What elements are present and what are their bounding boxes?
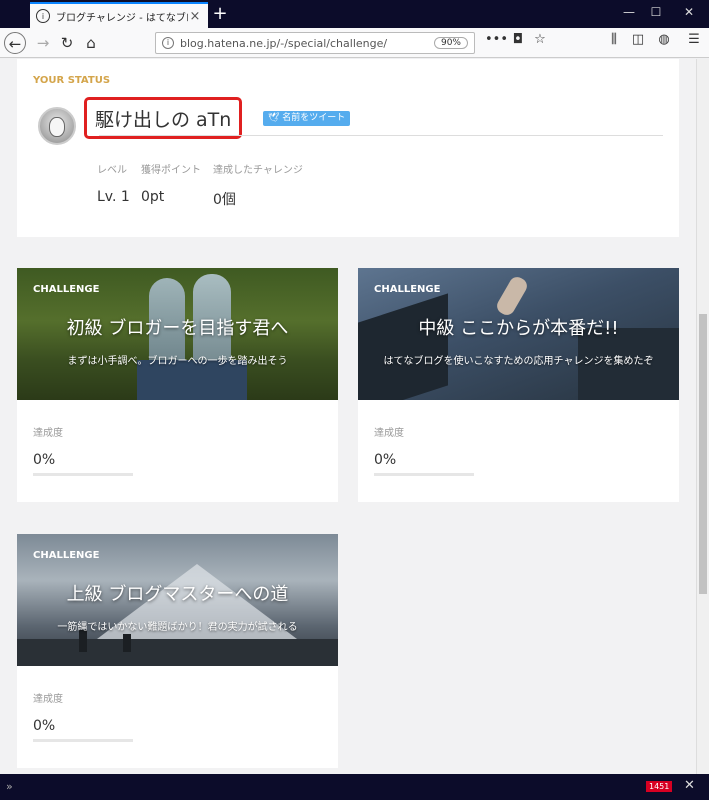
progress-value: 0% [33, 452, 56, 468]
notification-badge[interactable]: 1451 [646, 781, 673, 792]
challenge-card-intermediate[interactable]: CHALLENGE 中級 ここからが本番だ!! はてなブログを使いこなすための応… [358, 268, 679, 502]
url-bar[interactable]: i blog.hatena.ne.jp /-/special/challenge… [155, 32, 475, 54]
challenge-hero-image: CHALLENGE 中級 ここからが本番だ!! はてなブログを使いこなすための応… [358, 268, 679, 400]
jumping-person [494, 274, 530, 318]
challenge-title: 中級 ここからが本番だ!! [418, 318, 619, 339]
divider [99, 135, 663, 136]
tab-bar: i ブログチャレンジ - はてなブログ × + — ☐ ✕ [0, 0, 709, 28]
site-info-icon[interactable]: i [162, 37, 174, 49]
hiker [123, 634, 131, 652]
url-host: blog.hatena.ne.jp [180, 36, 277, 50]
challenge-title: 上級 ブログマスターへの道 [66, 584, 289, 605]
tweet-name-button[interactable]: 🕊 名前をツイート [263, 111, 351, 126]
url-path: /-/special/challenge/ [276, 36, 388, 50]
username: 駆け出しの aTn [84, 97, 243, 139]
challenge-hero-image: CHALLENGE 初級 ブロガーを目指す君へ まずは小手調べ。ブロガーへの一歩… [17, 268, 338, 400]
hamburger-menu-icon[interactable]: ☰ [684, 32, 704, 47]
tweet-button-label: 名前をツイート [282, 113, 346, 123]
challenge-subtitle: はてなブログを使いこなすための応用チャレンジを集めたぞ [383, 356, 654, 367]
page-content: YOUR STATUS 駆け出しの aTn 🕊 名前をツイート レベル 獲得ポイ… [0, 59, 696, 774]
challenge-subtitle: まずは小手調べ。ブロガーへの一歩を踏み出そう [67, 356, 288, 367]
ridge [17, 639, 338, 666]
progress-bar [33, 473, 133, 476]
progress-label: 達成度 [33, 428, 63, 439]
vertical-scrollbar[interactable] [696, 59, 709, 774]
scrollbar-thumb[interactable] [699, 314, 707, 594]
progress-value: 0% [374, 452, 397, 468]
chevron-right-icon[interactable]: » [6, 780, 13, 793]
building-left [358, 293, 448, 400]
challenge-title: 初級 ブロガーを目指す君へ [66, 318, 289, 339]
zoom-indicator[interactable]: 90% [433, 37, 468, 49]
progress-label: 達成度 [374, 428, 404, 439]
progress-label: 達成度 [33, 694, 63, 705]
window-close-button[interactable]: ✕ [674, 5, 704, 19]
pocket-icon[interactable]: ◘ [508, 32, 528, 47]
nav-toolbar: ← → ↻ ⌂ i blog.hatena.ne.jp /-/special/c… [0, 28, 709, 58]
tab-title: ブログチャレンジ - はてなブログ [56, 12, 188, 24]
progress-bar [374, 473, 474, 476]
back-arrow-icon[interactable]: ← [4, 32, 26, 54]
status-panel: YOUR STATUS 駆け出しの aTn 🕊 名前をツイート レベル 獲得ポイ… [17, 59, 679, 237]
twitter-bird-icon: 🕊 [268, 113, 283, 123]
page-actions-menu[interactable]: ••• [485, 32, 508, 47]
challenge-card-beginner[interactable]: CHALLENGE 初級 ブロガーを目指す君へ まずは小手調べ。ブロガーへの一歩… [17, 268, 338, 502]
sidebar-icon[interactable]: ◫ [628, 32, 648, 47]
stat-header-level: レベル [97, 165, 127, 176]
stat-header-challenges: 達成したチャレンジ [213, 165, 303, 176]
new-tab-button[interactable]: + [210, 4, 230, 24]
extension-icon[interactable]: ◍ [654, 32, 674, 47]
challenge-subtitle: 一筋縄ではいかない難題ばかり！君の実力が試される [57, 622, 298, 633]
tab-close-icon[interactable]: × [188, 9, 202, 24]
browser-window: i ブログチャレンジ - はてなブログ × + — ☐ ✕ ← → ↻ ⌂ i … [0, 0, 709, 800]
library-icon[interactable]: ⫼ [604, 32, 624, 47]
tab-active[interactable]: i ブログチャレンジ - はてなブログ × [30, 2, 208, 28]
challenge-tag: CHALLENGE [33, 550, 100, 561]
hiker [79, 630, 87, 652]
close-icon[interactable]: ✕ [684, 778, 695, 793]
stat-value-level: Lv. 1 [97, 189, 130, 205]
challenge-tag: CHALLENGE [33, 284, 100, 295]
progress-value: 0% [33, 718, 56, 734]
stat-value-points: 0pt [141, 189, 165, 205]
status-label: YOUR STATUS [33, 75, 111, 86]
avatar[interactable] [38, 107, 76, 145]
page-favicon-icon: i [36, 9, 50, 23]
stat-value-challenges: 0個 [213, 192, 236, 208]
challenge-card-advanced[interactable]: CHALLENGE 上級 ブログマスターへの道 一筋縄ではいかない難題ばかり！君… [17, 534, 338, 768]
stat-header-points: 獲得ポイント [141, 165, 201, 176]
challenge-hero-image: CHALLENGE 上級 ブログマスターへの道 一筋縄ではいかない難題ばかり！君… [17, 534, 338, 666]
bottom-toolbar: » 1451 ✕ [0, 774, 709, 800]
reload-icon[interactable]: ↻ [56, 32, 78, 54]
home-icon[interactable]: ⌂ [80, 32, 102, 54]
maximize-button[interactable]: ☐ [641, 5, 671, 19]
challenge-tag: CHALLENGE [374, 284, 441, 295]
progress-bar [33, 739, 133, 742]
avatar-face [49, 117, 65, 137]
minimize-button[interactable]: — [614, 5, 644, 19]
forward-arrow-icon[interactable]: → [32, 32, 54, 54]
bookmark-star-icon[interactable]: ☆ [530, 32, 550, 47]
